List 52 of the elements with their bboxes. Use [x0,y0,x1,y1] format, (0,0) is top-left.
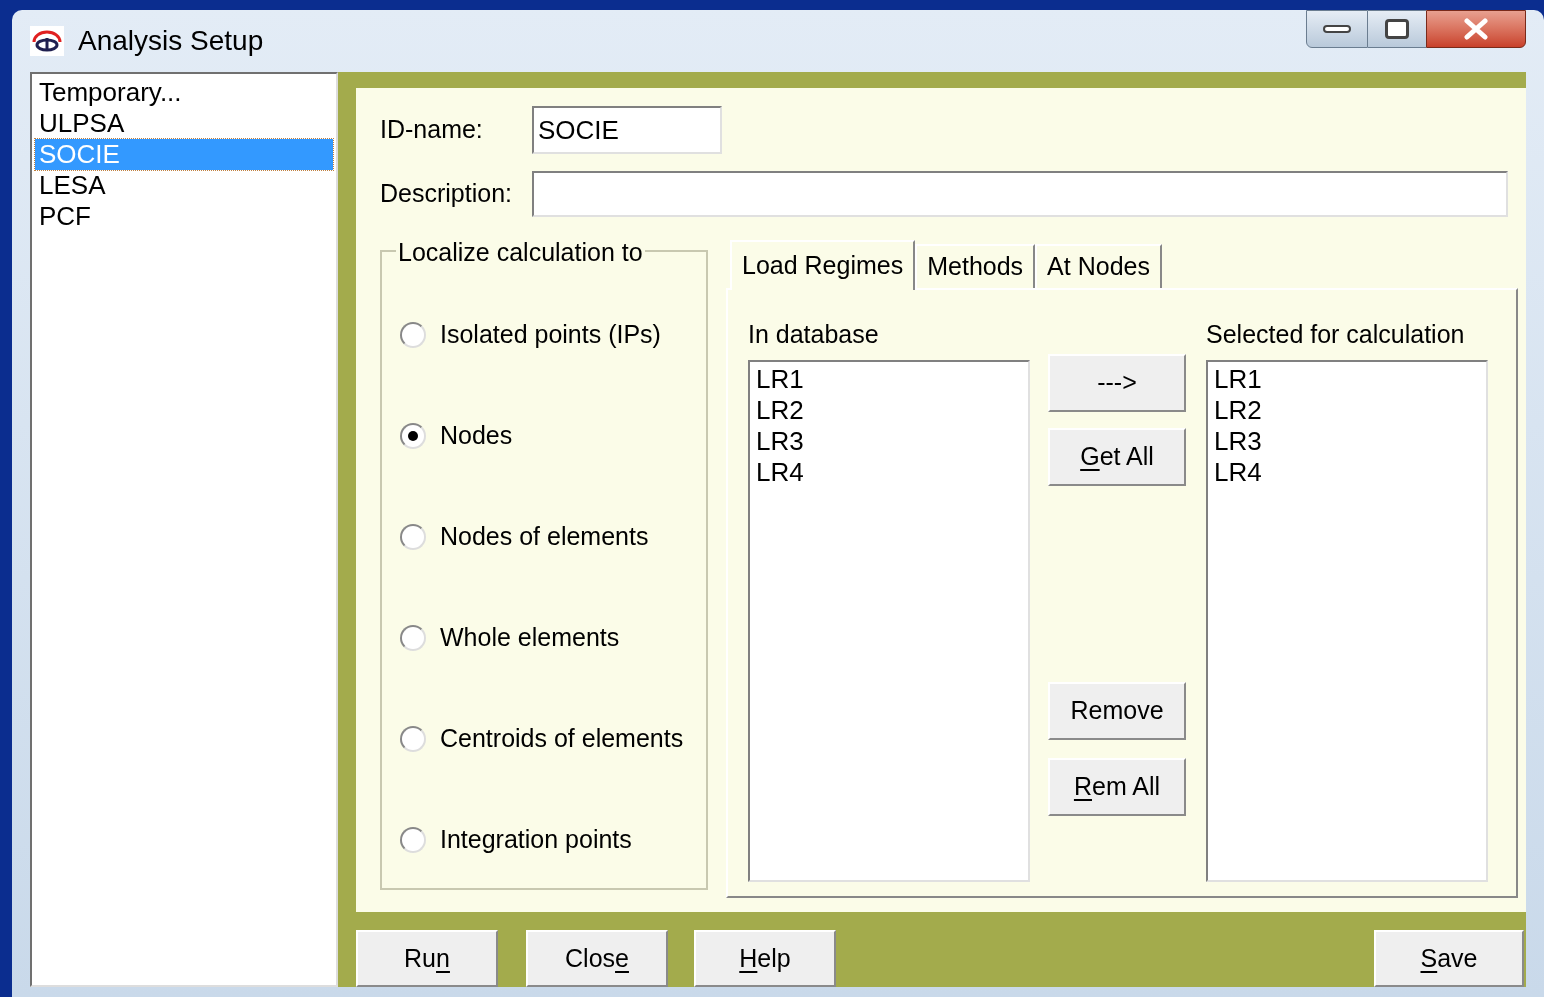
tab[interactable]: Methods [915,244,1036,288]
list-item[interactable]: LR1 [1214,363,1480,395]
list-item[interactable]: LR3 [1214,425,1480,457]
setup-list[interactable]: Temporary... ULPSA SOCIE LESA PCF [30,72,338,987]
list-item[interactable]: LR1 [756,363,1022,395]
remove-button[interactable]: Remove [1048,682,1186,740]
radio-label: Centroids of elements [440,722,684,754]
window-title: Analysis Setup [78,24,264,58]
maximize-button[interactable] [1368,10,1426,48]
list-title: In database [748,319,880,350]
database-list[interactable]: LR1 LR2 LR3 LR4 [748,359,1030,882]
setup-list-item[interactable]: ULPSA [35,108,333,139]
close-dialog-button[interactable]: Close [526,930,668,987]
radio-button[interactable] [400,321,426,348]
get-all-button[interactable]: Get All [1048,428,1186,486]
maximize-icon [1385,19,1409,39]
list-title: Selected for calculation [1206,319,1466,350]
help-button[interactable]: Help [694,930,836,987]
close-button[interactable] [1426,10,1526,48]
radio-label: Whole elements [440,621,620,653]
setup-list-item[interactable]: LESA [35,170,333,201]
add-button[interactable]: ---> [1048,354,1186,412]
radio-button[interactable] [400,826,426,853]
radio-button[interactable] [400,523,426,550]
radio-button[interactable] [400,725,426,752]
list-item[interactable]: LR2 [1214,394,1480,426]
minimize-icon [1323,25,1351,33]
radio-label: Nodes of elements [440,520,649,552]
list-item[interactable]: LR3 [756,425,1022,457]
close-icon [1463,18,1489,40]
id-name-field[interactable]: SOCIE [532,106,722,154]
setup-list-item[interactable]: Temporary... [35,77,333,108]
minimize-button[interactable] [1306,10,1368,48]
radio-label: Isolated points (IPs) [440,318,661,350]
radio-label: Nodes [440,419,513,451]
remove-all-button[interactable]: Rem All [1048,758,1186,816]
app-icon [30,26,64,56]
tab[interactable]: At Nodes [1035,244,1162,288]
radio-button[interactable] [400,624,426,651]
tab[interactable]: Load Regimes [730,240,916,290]
setup-list-item[interactable]: PCF [35,201,333,232]
selected-list[interactable]: LR1 LR2 LR3 LR4 [1206,359,1488,882]
save-button[interactable]: Save [1374,930,1524,987]
description-field[interactable] [532,171,1508,217]
field-label: Description: [380,178,513,210]
radio-label: Integration points [440,823,632,855]
list-item[interactable]: LR4 [1214,456,1480,488]
field-label: ID-name: [380,114,484,146]
radio-button[interactable] [400,422,426,449]
run-button[interactable]: Run [356,930,498,987]
list-item[interactable]: LR4 [756,456,1022,488]
list-item[interactable]: LR2 [756,394,1022,426]
